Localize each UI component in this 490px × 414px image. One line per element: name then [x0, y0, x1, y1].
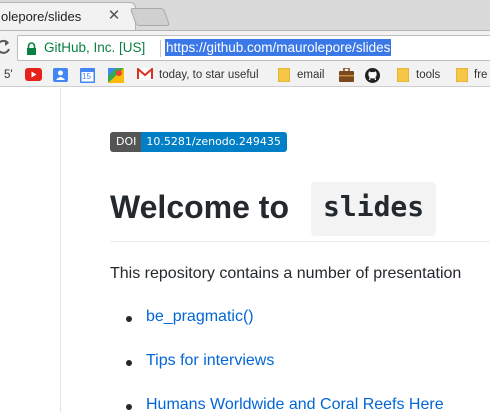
bookmark-contacts[interactable]: [53, 66, 69, 84]
youtube-icon: [25, 68, 42, 81]
address-bar[interactable]: GitHub, Inc. [US] https://github.com/mau…: [17, 35, 490, 61]
doi-badge-label: DOI: [110, 132, 142, 152]
presentation-link[interactable]: Tips for interviews: [146, 352, 274, 370]
bookmark-folder-email[interactable]: email: [278, 66, 330, 84]
folder-icon: [278, 68, 290, 82]
new-tab-button[interactable]: [129, 8, 171, 26]
folder-icon: [456, 68, 468, 82]
toolbar: GitHub, Inc. [US] https://github.com/mau…: [0, 30, 490, 63]
intro-paragraph: This repository contains a number of pre…: [110, 265, 462, 282]
lock-icon: [27, 42, 36, 55]
bullet: [126, 404, 132, 410]
bookmark-label: 5': [4, 69, 13, 81]
gmail-icon: [137, 68, 153, 80]
heading-code: slides: [311, 182, 437, 236]
close-icon[interactable]: ✕: [106, 7, 122, 25]
tab-strip: olepore/slides ✕: [0, 0, 490, 30]
doi-badge-value: 10.5281/zenodo.249435: [141, 132, 287, 152]
presentation-link[interactable]: Humans Worldwide and Coral Reefs Here: [146, 396, 444, 414]
tab-slides[interactable]: olepore/slides ✕: [0, 2, 136, 30]
bookmark-label: email: [297, 69, 325, 81]
bookmark-label: tools: [416, 69, 441, 81]
folder-icon: [397, 68, 409, 82]
page-content: DOI 10.5281/zenodo.249435 Welcome to sli…: [0, 88, 490, 414]
briefcase-icon: [339, 68, 354, 82]
maps-icon: [108, 68, 124, 83]
bookmark-label: fre: [474, 69, 488, 81]
omnibox-divider: [160, 40, 161, 57]
bookmark-briefcase[interactable]: [339, 66, 355, 84]
bookmark-item[interactable]: 5': [4, 66, 16, 84]
url-text[interactable]: https://github.com/maurolepore/slides: [165, 39, 392, 56]
bookmarks-bar: 5' 15 today, to star useful email tools …: [0, 63, 490, 87]
bullet: [126, 360, 132, 366]
calendar-day-label: 15: [82, 72, 91, 81]
tab-title: olepore/slides: [1, 9, 82, 24]
reload-icon[interactable]: [0, 39, 11, 55]
bookmark-gmail[interactable]: today, to star useful: [137, 66, 297, 84]
bookmark-github[interactable]: [365, 66, 381, 84]
bullet: [126, 316, 132, 322]
bookmark-maps[interactable]: [108, 66, 124, 84]
github-icon: [365, 68, 380, 83]
bookmark-calendar[interactable]: 15: [80, 66, 96, 84]
bookmark-folder-tools[interactable]: tools: [397, 66, 447, 84]
heading-text: Welcome to: [110, 189, 289, 225]
doi-badge[interactable]: DOI 10.5281/zenodo.249435: [110, 132, 287, 152]
bookmark-label: today, to star useful: [159, 69, 259, 81]
secure-origin-label[interactable]: GitHub, Inc. [US]: [44, 40, 145, 55]
bookmark-folder-fre[interactable]: fre: [456, 66, 490, 84]
contacts-icon: [53, 68, 68, 82]
bookmark-youtube[interactable]: [25, 66, 43, 84]
readme-heading: Welcome to slides: [110, 182, 490, 242]
content-border: [60, 88, 61, 412]
presentation-link[interactable]: be_pragmatic(): [146, 308, 254, 326]
